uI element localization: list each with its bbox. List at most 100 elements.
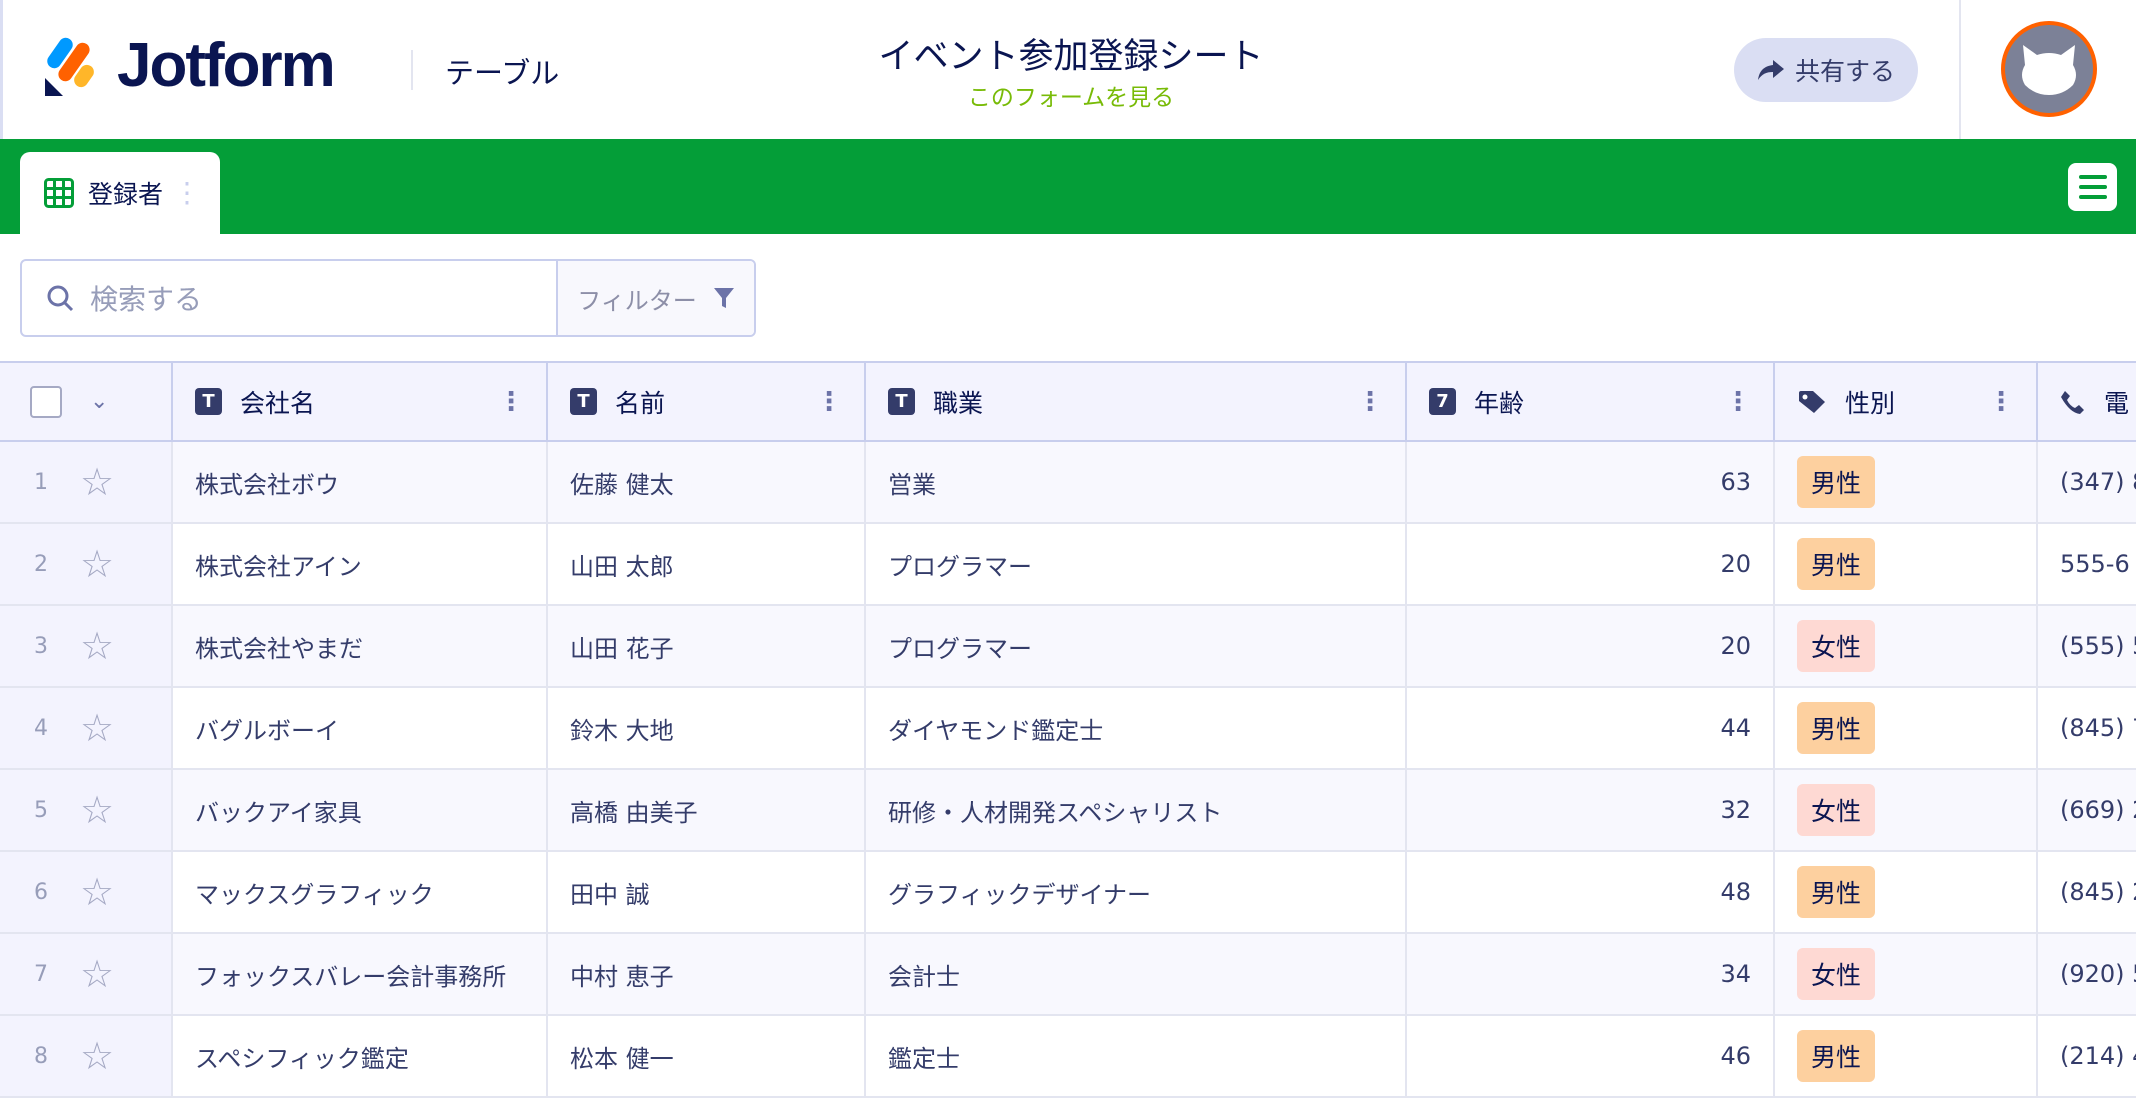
- table-row[interactable]: 8☆ スペシフィック鑑定 松本 健一 鑑定士 46 男性 (214) 4: [0, 1016, 2136, 1098]
- company-cell[interactable]: スペシフィック鑑定: [173, 1016, 548, 1096]
- gender-cell[interactable]: 女性: [1775, 934, 2038, 1014]
- column-header-4[interactable]: 7 年齢 ⋮: [1407, 363, 1775, 440]
- name-cell[interactable]: 佐藤 健太: [548, 442, 866, 522]
- name-cell[interactable]: 山田 花子: [548, 606, 866, 686]
- phone-icon: [2060, 389, 2104, 415]
- table-row[interactable]: 7☆ フォックスバレー会計事務所 中村 恵子 会計士 34 女性 (920) 5: [0, 934, 2136, 1016]
- age-cell[interactable]: 20: [1407, 606, 1775, 686]
- age-cell[interactable]: 48: [1407, 852, 1775, 932]
- company-cell[interactable]: フォックスバレー会計事務所: [173, 934, 548, 1014]
- row-control-cell: 8 ☆: [0, 1016, 173, 1096]
- star-icon[interactable]: ☆: [80, 460, 114, 504]
- job-cell[interactable]: グラフィックデザイナー: [866, 852, 1407, 932]
- tab-registrants[interactable]: 登録者 ⋮: [20, 152, 220, 234]
- company-cell[interactable]: 株式会社ボウ: [173, 442, 548, 522]
- column-header-1[interactable]: T 会社名 ⋮: [173, 363, 548, 440]
- search-input[interactable]: 検索する: [22, 261, 556, 335]
- name-cell[interactable]: 鈴木 大地: [548, 688, 866, 768]
- phone-cell[interactable]: (214) 4: [2038, 1016, 2136, 1096]
- table-row[interactable]: 3☆ 株式会社やまだ 山田 花子 プログラマー 20 女性 (555) 5: [0, 606, 2136, 688]
- user-avatar[interactable]: [2001, 21, 2097, 117]
- phone-cell[interactable]: 555-6: [2038, 524, 2136, 604]
- name-cell[interactable]: 山田 太郎: [548, 524, 866, 604]
- row-control-cell: 5 ☆: [0, 770, 173, 850]
- gender-cell[interactable]: 男性: [1775, 442, 2038, 522]
- job-cell[interactable]: 研修・人材開発スペシャリスト: [866, 770, 1407, 850]
- column-header-2[interactable]: T 名前 ⋮: [548, 363, 866, 440]
- name-cell[interactable]: 田中 誠: [548, 852, 866, 932]
- star-icon[interactable]: ☆: [80, 788, 114, 832]
- column-header-6[interactable]: 電: [2038, 363, 2136, 440]
- company-cell[interactable]: 株式会社やまだ: [173, 606, 548, 686]
- gender-cell[interactable]: 男性: [1775, 852, 2038, 932]
- column-header-3[interactable]: T 職業 ⋮: [866, 363, 1407, 440]
- star-icon[interactable]: ☆: [80, 1034, 114, 1078]
- filter-label: フィルター: [577, 286, 697, 315]
- job-cell[interactable]: 鑑定士: [866, 1016, 1407, 1096]
- gender-cell[interactable]: 男性: [1775, 688, 2038, 768]
- table-header-row: ⌄ T 会社名 ⋮ T 名前 ⋮ T 職業 ⋮ 7 年齢 ⋮ 性別 ⋮ 電: [0, 363, 2136, 442]
- table-row[interactable]: 6 ☆ マックスグラフィック 田中 誠 グラフィックデザイナー 48 男性 (84…: [0, 852, 2136, 934]
- name-cell[interactable]: 高橋 由美子: [548, 770, 866, 850]
- star-icon[interactable]: ☆: [80, 952, 114, 996]
- gender-cell[interactable]: 男性: [1775, 1016, 2038, 1096]
- age-cell[interactable]: 20: [1407, 524, 1775, 604]
- star-icon[interactable]: ☆: [80, 870, 114, 914]
- job-cell[interactable]: 営業: [866, 442, 1407, 522]
- phone-cell[interactable]: (347) 8: [2038, 442, 2136, 522]
- age-cell[interactable]: 44: [1407, 688, 1775, 768]
- company-cell[interactable]: マックスグラフィック: [173, 852, 548, 932]
- menu-button[interactable]: [2068, 163, 2117, 211]
- table-row[interactable]: 5 ☆ バックアイ家具 高橋 由美子 研修・人材開発スペシャリスト 32 女性 (…: [0, 770, 2136, 852]
- divider: [1959, 0, 1961, 139]
- job-cell[interactable]: プログラマー: [866, 524, 1407, 604]
- age-cell[interactable]: 34: [1407, 934, 1775, 1014]
- job-cell[interactable]: ダイヤモンド鑑定士: [866, 688, 1407, 768]
- column-label: 会社名: [240, 388, 316, 418]
- table-row[interactable]: 4☆ バグルボーイ 鈴木 大地 ダイヤモンド鑑定士 44 男性 (845) 7: [0, 688, 2136, 770]
- column-label: 電: [2104, 388, 2130, 418]
- phone-cell[interactable]: (845) 7: [2038, 688, 2136, 768]
- gender-cell[interactable]: 女性: [1775, 770, 2038, 850]
- search-bar: 検索する フィルター: [20, 259, 756, 337]
- row-number: 2: [34, 551, 48, 577]
- row-control-cell: 2 ☆: [0, 524, 173, 604]
- gender-badge: 男性: [1797, 538, 1876, 590]
- name-cell[interactable]: 中村 恵子: [548, 934, 866, 1014]
- column-options-icon[interactable]: ⋮: [1988, 387, 2014, 417]
- company-cell[interactable]: 株式会社アイン: [173, 524, 548, 604]
- tab-options-icon[interactable]: ⋮: [173, 179, 201, 207]
- row-control-cell: 6 ☆: [0, 852, 173, 932]
- column-options-icon[interactable]: ⋮: [1357, 387, 1383, 417]
- select-all-checkbox[interactable]: [30, 385, 62, 418]
- column-options-icon[interactable]: ⋮: [1725, 387, 1751, 417]
- gender-cell[interactable]: 女性: [1775, 606, 2038, 686]
- age-cell[interactable]: 32: [1407, 770, 1775, 850]
- company-cell[interactable]: バグルボーイ: [173, 688, 548, 768]
- job-cell[interactable]: 会計士: [866, 934, 1407, 1014]
- phone-cell[interactable]: (845) 2: [2038, 852, 2136, 932]
- column-label: 性別: [1845, 388, 1896, 418]
- column-options-icon[interactable]: ⋮: [498, 387, 524, 417]
- share-button[interactable]: 共有する: [1734, 38, 1918, 102]
- table-row[interactable]: 1☆ 株式会社ボウ 佐藤 健太 営業 63 男性 (347) 8: [0, 442, 2136, 524]
- phone-cell[interactable]: (669) 2: [2038, 770, 2136, 850]
- gender-badge: 男性: [1797, 866, 1876, 918]
- filter-button[interactable]: フィルター: [556, 261, 754, 335]
- age-cell[interactable]: 46: [1407, 1016, 1775, 1096]
- job-cell[interactable]: プログラマー: [866, 606, 1407, 686]
- chevron-down-icon[interactable]: ⌄: [90, 389, 108, 414]
- column-header-5[interactable]: 性別 ⋮: [1775, 363, 2038, 440]
- name-cell[interactable]: 松本 健一: [548, 1016, 866, 1096]
- phone-cell[interactable]: (555) 5: [2038, 606, 2136, 686]
- gender-cell[interactable]: 男性: [1775, 524, 2038, 604]
- column-options-icon[interactable]: ⋮: [816, 387, 842, 417]
- age-cell[interactable]: 63: [1407, 442, 1775, 522]
- star-icon[interactable]: ☆: [80, 706, 114, 750]
- text-icon: T: [195, 388, 222, 415]
- company-cell[interactable]: バックアイ家具: [173, 770, 548, 850]
- star-icon[interactable]: ☆: [80, 542, 114, 586]
- table-row[interactable]: 2 ☆ 株式会社アイン 山田 太郎 プログラマー 20 男性 555-6: [0, 524, 2136, 606]
- star-icon[interactable]: ☆: [80, 624, 114, 668]
- phone-cell[interactable]: (920) 5: [2038, 934, 2136, 1014]
